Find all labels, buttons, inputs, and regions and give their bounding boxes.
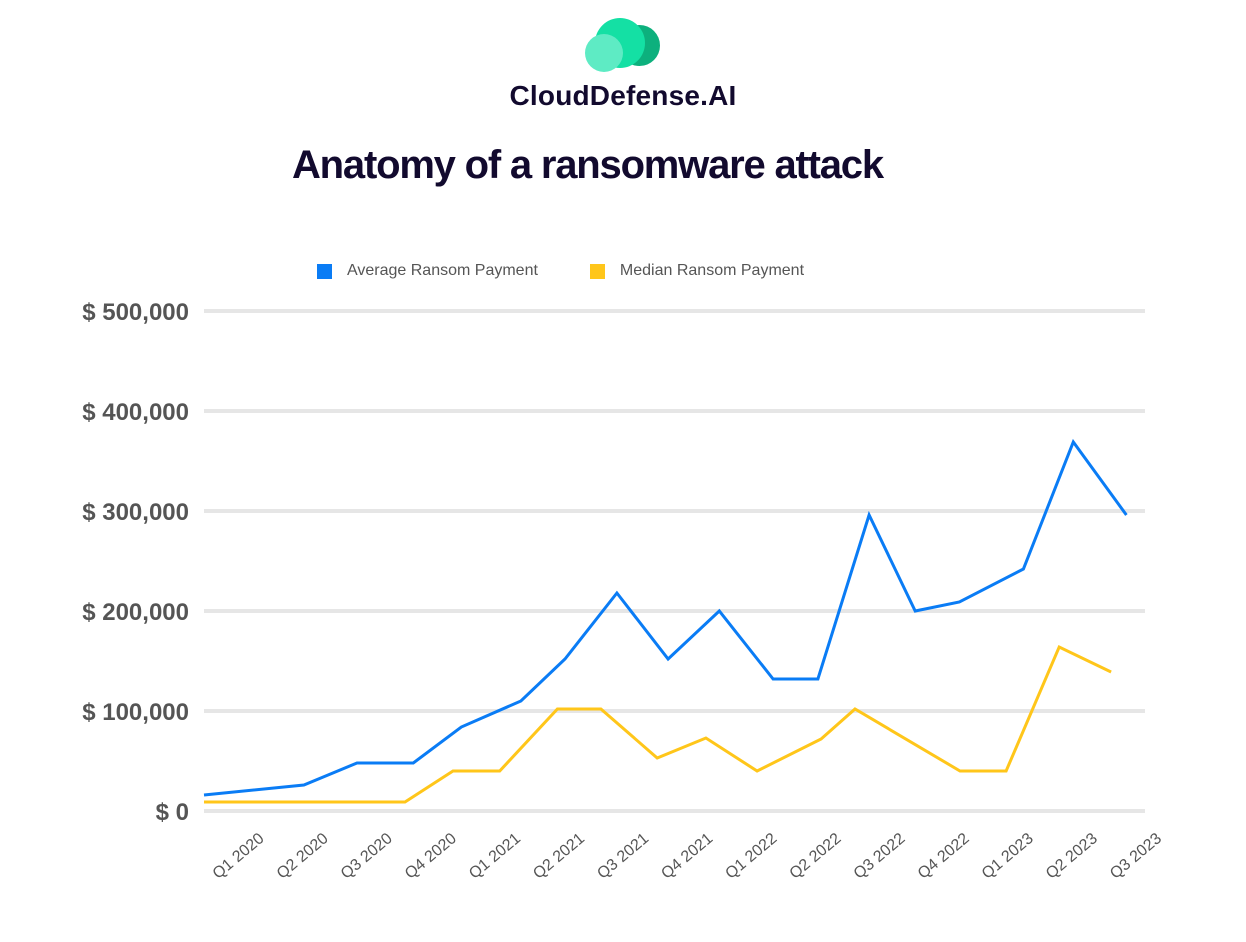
x-tick-label: Q1 2022 — [722, 830, 780, 883]
x-tick-label: Q2 2022 — [787, 830, 845, 883]
x-tick-label: Q1 2021 — [466, 830, 524, 883]
series-lines — [203, 438, 1128, 804]
x-tick-label: Q3 2023 — [1107, 830, 1165, 883]
y-tick-label: $ 100,000 — [82, 699, 189, 726]
series-line-average — [203, 438, 1128, 797]
y-tick-label: $ 0 — [156, 799, 189, 826]
x-tick-label: Q4 2020 — [402, 830, 460, 883]
x-tick-label: Q1 2020 — [210, 830, 268, 883]
x-tick-label: Q3 2022 — [851, 830, 909, 883]
y-tick-label: $ 300,000 — [82, 499, 189, 526]
y-tick-label: $ 200,000 — [82, 599, 189, 626]
line-chart: $ 0 $ 100,000 $ 200,000 $ 300,000 $ 400,000 $… — [82, 299, 1165, 883]
x-axis: Q1 2020 Q2 2020 Q3 2020 Q4 2020 Q1 2021 Q2 20… — [210, 830, 1165, 883]
x-tick-label: Q4 2022 — [915, 830, 973, 883]
x-tick-label: Q4 2021 — [658, 830, 716, 883]
x-tick-label: Q2 2023 — [1043, 830, 1101, 883]
x-tick-label: Q2 2020 — [274, 830, 332, 883]
y-tick-label: $ 500,000 — [82, 299, 189, 326]
gridlines — [204, 309, 1145, 813]
x-tick-label: Q2 2021 — [530, 830, 588, 883]
y-tick-label: $ 400,000 — [82, 399, 189, 426]
series-line-median — [204, 644, 1112, 804]
y-axis: $ 0 $ 100,000 $ 200,000 $ 300,000 $ 400,000 $… — [82, 299, 189, 826]
x-tick-label: Q1 2023 — [979, 830, 1037, 883]
x-tick-label: Q3 2020 — [338, 830, 396, 883]
x-tick-label: Q3 2021 — [594, 830, 652, 883]
